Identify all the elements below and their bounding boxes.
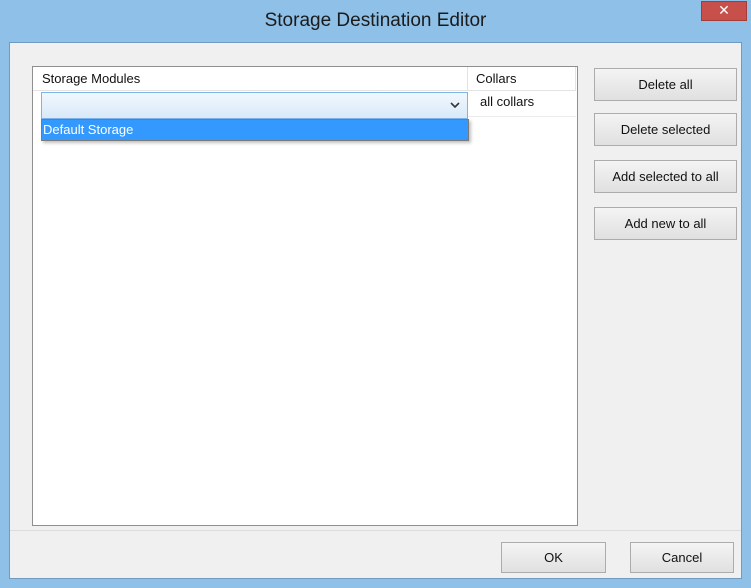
collars-cell[interactable]: all collars — [468, 91, 576, 117]
chevron-down-icon[interactable] — [449, 98, 461, 112]
close-button[interactable]: ✕ — [701, 1, 747, 21]
add-new-to-all-button[interactable]: Add new to all — [594, 207, 737, 240]
cancel-button[interactable]: Cancel — [630, 542, 734, 573]
delete-selected-button[interactable]: Delete selected — [594, 113, 737, 146]
add-selected-to-all-button[interactable]: Add selected to all — [594, 160, 737, 193]
column-header-storage-modules[interactable]: Storage Modules — [33, 67, 468, 91]
storage-module-dropdown-list: Default Storage — [41, 119, 469, 141]
storage-module-combobox[interactable] — [41, 92, 468, 119]
title-bar[interactable]: Storage Destination Editor ✕ — [0, 0, 751, 42]
close-icon: ✕ — [718, 3, 730, 19]
delete-all-button[interactable]: Delete all — [594, 68, 737, 101]
ok-button[interactable]: OK — [501, 542, 606, 573]
dialog-footer: OK Cancel — [10, 530, 741, 578]
dialog-window: Storage Destination Editor ✕ Storage Mod… — [0, 0, 751, 588]
window-title: Storage Destination Editor — [264, 10, 487, 31]
column-header-collars[interactable]: Collars — [468, 67, 576, 91]
dialog-client-area: Storage Modules Collars Default Storage … — [9, 42, 742, 579]
dropdown-option-default-storage[interactable]: Default Storage — [42, 120, 468, 140]
storage-grid: Storage Modules Collars Default Storage … — [32, 66, 578, 526]
